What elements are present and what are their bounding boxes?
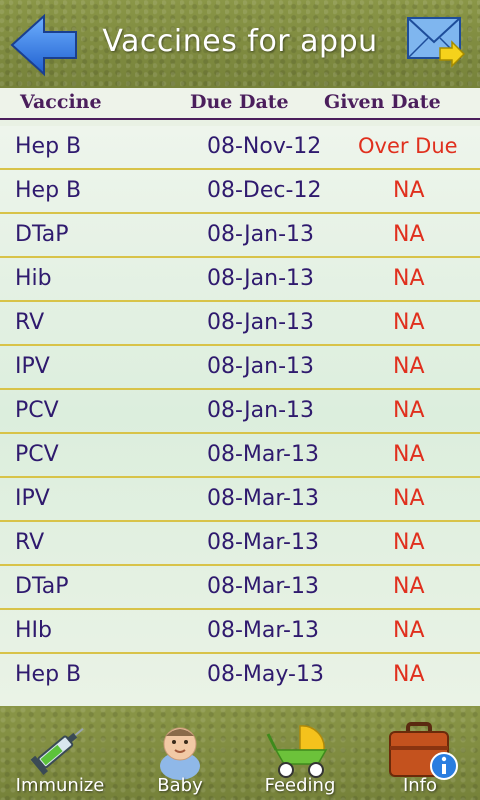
vaccine-list[interactable]: Hep B 08-Nov-12 Over Due Hep B 08-Dec-12… [0, 126, 480, 706]
column-header-vaccine: Vaccine [20, 91, 102, 113]
column-header-due-date: Due Date [190, 91, 289, 113]
table-row[interactable]: Hep B 08-Nov-12 Over Due [0, 126, 480, 170]
bottom-tab-bar: Immunize Baby Feeding Info [0, 706, 480, 800]
due-date: 08-Jan-13 [207, 398, 315, 423]
due-date: 08-Nov-12 [207, 134, 322, 159]
table-row[interactable]: RV 08-Mar-13 NA [0, 522, 480, 566]
page-title: Vaccines for appu [102, 24, 378, 59]
vaccine-name: Hep B [15, 178, 82, 203]
syringe-icon [30, 727, 84, 775]
table-row[interactable]: PCV 08-Jan-13 NA [0, 390, 480, 434]
given-date: NA [393, 266, 425, 291]
tab-info[interactable]: Info [360, 706, 480, 800]
given-date: NA [393, 310, 425, 335]
baby-icon [160, 727, 200, 780]
tab-immunize[interactable]: Immunize [0, 706, 120, 800]
vaccine-name: DTaP [15, 222, 69, 247]
back-button[interactable] [8, 12, 80, 78]
table-row[interactable]: DTaP 08-Jan-13 NA [0, 214, 480, 258]
given-date: NA [393, 442, 425, 467]
vaccine-name: DTaP [15, 574, 69, 599]
given-date: NA [393, 574, 425, 599]
table-row[interactable]: RV 08-Jan-13 NA [0, 302, 480, 346]
stroller-icon [266, 725, 328, 778]
vaccine-name: PCV [15, 442, 59, 467]
given-date: NA [393, 354, 425, 379]
given-date: NA [393, 178, 425, 203]
email-button[interactable] [406, 14, 466, 70]
vaccine-name: HIb [15, 618, 52, 643]
tab-label: Immunize [15, 775, 105, 796]
given-date: NA [393, 222, 425, 247]
vaccine-name: IPV [15, 486, 50, 511]
given-date: NA [393, 618, 425, 643]
due-date: 08-Mar-13 [207, 530, 319, 555]
tab-label: Feeding [264, 775, 336, 796]
tab-baby[interactable]: Baby [120, 706, 240, 800]
vaccine-name: RV [15, 310, 45, 335]
due-date: 08-Mar-13 [207, 618, 319, 643]
given-date: Over Due [358, 134, 458, 158]
due-date: 08-Jan-13 [207, 222, 315, 247]
vaccine-name: Hib [15, 266, 52, 291]
due-date: 08-Jan-13 [207, 354, 315, 379]
due-date: 08-Jan-13 [207, 266, 315, 291]
column-header-row: Vaccine Due Date Given Date [0, 88, 480, 120]
tab-feeding[interactable]: Feeding [240, 706, 360, 800]
email-icon [407, 17, 466, 68]
given-date: NA [393, 530, 425, 555]
column-header-given-date: Given Date [324, 91, 441, 113]
table-row[interactable]: DTaP 08-Mar-13 NA [0, 566, 480, 610]
due-date: 08-Jan-13 [207, 310, 315, 335]
due-date: 08-Dec-12 [207, 178, 322, 203]
vaccine-name: Hep B [15, 662, 82, 687]
table-row[interactable]: Hep B 08-Dec-12 NA [0, 170, 480, 214]
table-row[interactable]: PCV 08-Mar-13 NA [0, 434, 480, 478]
app-header: Vaccines for appu [0, 0, 480, 88]
due-date: 08-Mar-13 [207, 486, 319, 511]
given-date: NA [393, 486, 425, 511]
tab-label: Baby [157, 775, 203, 796]
vaccine-name: Hep B [15, 134, 82, 159]
briefcase-info-icon [389, 722, 458, 780]
table-row[interactable]: HIb 08-Mar-13 NA [0, 610, 480, 654]
given-date: NA [393, 398, 425, 423]
due-date: 08-Mar-13 [207, 442, 319, 467]
given-date: NA [393, 662, 425, 687]
vaccine-name: RV [15, 530, 45, 555]
vaccine-name: IPV [15, 354, 50, 379]
table-row[interactable]: Hep B 08-May-13 NA [0, 654, 480, 698]
table-row[interactable]: IPV 08-Mar-13 NA [0, 478, 480, 522]
vaccine-name: PCV [15, 398, 59, 423]
due-date: 08-Mar-13 [207, 574, 319, 599]
tab-label: Info [402, 775, 438, 796]
table-row[interactable]: IPV 08-Jan-13 NA [0, 346, 480, 390]
back-arrow-icon [10, 13, 77, 77]
due-date: 08-May-13 [207, 662, 324, 687]
table-row[interactable]: Hib 08-Jan-13 NA [0, 258, 480, 302]
